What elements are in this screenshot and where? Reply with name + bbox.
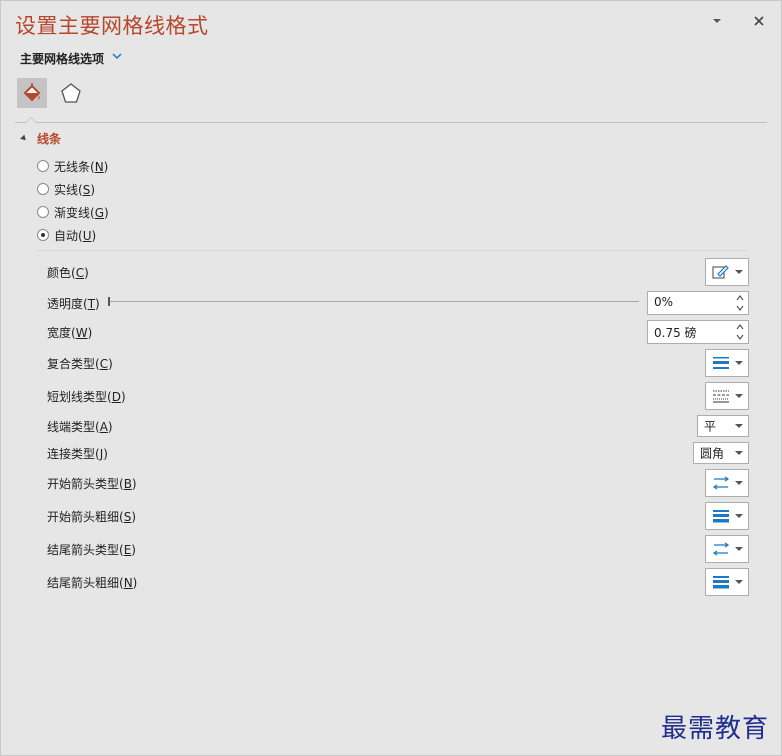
tab-divider [15,122,767,123]
pentagon-icon [61,83,81,103]
arrow-size-icon [713,576,729,589]
spin-down-icon[interactable] [735,333,745,341]
transparency-slider-handle[interactable] [108,297,110,306]
end-arrow-size-dropdown[interactable] [705,568,749,596]
dropdown-arrow-icon [735,580,743,584]
dash-type-label: 短划线类型(D) [47,390,126,404]
pane-options-button[interactable] [707,13,727,33]
paint-bucket-icon [23,83,41,102]
join-type-dropdown[interactable]: 圆角 [693,442,749,464]
tab-effects[interactable] [56,78,86,108]
cap-type-label: 线端类型(A) [47,420,113,434]
end-arrow-type-label: 结尾箭头类型(E) [47,543,136,557]
options-selector[interactable]: 主要网格线选项 [20,50,122,67]
tab-fill-line[interactable] [17,78,47,108]
begin-arrow-type-dropdown[interactable] [705,469,749,497]
dropdown-arrow-icon [735,547,743,551]
cap-type-value: 平 [704,419,717,434]
close-button[interactable] [749,13,769,33]
compound-type-dropdown[interactable] [705,349,749,377]
compound-type-label: 复合类型(C) [47,357,113,371]
spin-down-icon[interactable] [735,304,745,312]
cap-type-dropdown[interactable]: 平 [697,415,749,437]
compound-lines-icon [713,357,729,369]
section-line-header[interactable]: 线条 [20,130,62,147]
arrow-type-icon [712,476,730,490]
begin-arrow-type-label: 开始箭头类型(B) [47,477,137,491]
dropdown-arrow-icon [735,514,743,518]
options-label: 主要网格线选项 [20,52,105,66]
end-arrow-type-dropdown[interactable] [705,535,749,563]
width-label: 宽度(W) [47,326,93,340]
radio-label: 渐变线(G) [54,206,109,220]
pane-title: 设置主要网格线格式 [15,14,209,38]
format-pane: 设置主要网格线格式 主要网格线选项 线条 无线条(N) 实线(S) 渐变线(G)… [0,0,782,756]
radio-button[interactable] [37,229,49,241]
pen-color-icon [712,265,729,279]
dropdown-arrow-icon [735,451,743,455]
color-picker-button[interactable] [705,258,749,286]
arrow-size-icon [713,510,729,523]
transparency-label: 透明度(T) [47,297,100,311]
dropdown-arrow-icon [735,361,743,365]
transparency-value: 0% [654,295,674,309]
transparency-spinner[interactable]: 0% [647,291,749,315]
color-label: 颜色(C) [47,266,89,280]
dropdown-arrow-icon [735,481,743,485]
dash-type-dropdown[interactable] [705,382,749,410]
section-divider [37,250,747,251]
chevron-down-icon [713,19,721,23]
spin-up-icon[interactable] [735,294,745,302]
join-type-label: 连接类型(J) [47,447,108,461]
radio-label: 自动(U) [54,229,97,243]
dropdown-arrow-icon [735,394,743,398]
collapse-triangle-icon [20,134,28,143]
dropdown-arrow-icon [735,270,743,274]
dropdown-arrow-icon [735,424,743,428]
watermark: 最需教育 [661,714,770,744]
close-icon [754,16,764,26]
begin-arrow-size-label: 开始箭头粗细(S) [47,510,136,524]
radio-button[interactable] [37,160,49,172]
begin-arrow-size-dropdown[interactable] [705,502,749,530]
tab-pointer-inner [26,118,36,123]
radio-label: 无线条(N) [54,160,109,174]
transparency-slider-track[interactable] [109,301,639,302]
radio-button[interactable] [37,206,49,218]
width-value: 0.75 磅 [654,326,697,340]
radio-label: 实线(S) [54,183,95,197]
width-spinner[interactable]: 0.75 磅 [647,320,749,344]
end-arrow-size-label: 结尾箭头粗细(N) [47,576,138,590]
dash-lines-icon [713,390,729,403]
spin-up-icon[interactable] [735,323,745,331]
chevron-down-icon [112,53,122,60]
radio-button[interactable] [37,183,49,195]
join-type-value: 圆角 [700,446,725,461]
arrow-type-icon [712,542,730,556]
section-line-title: 线条 [37,132,62,146]
